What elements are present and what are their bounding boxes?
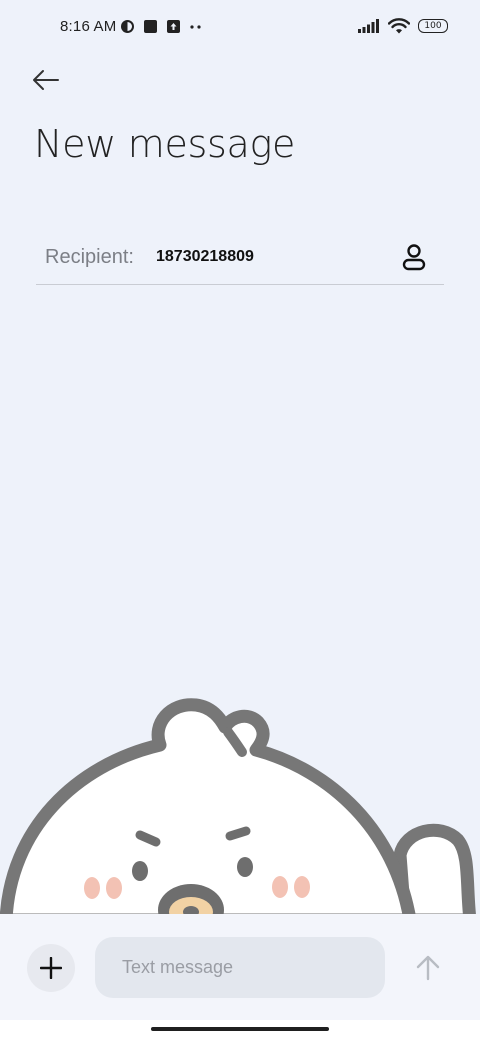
recipient-label: Recipient: (45, 246, 134, 268)
plus-icon (40, 957, 62, 979)
status-icons-left (120, 19, 203, 34)
arrow-up-icon (416, 955, 440, 981)
status-bar: 8:16 AM 100 (0, 0, 480, 56)
status-time: 8:16 AM (60, 18, 117, 35)
vpn-icon (121, 20, 134, 33)
arrow-left-icon (33, 70, 59, 90)
contact-picker-button[interactable] (398, 241, 430, 273)
upload-icon (167, 20, 180, 33)
recipient-value[interactable]: 18730218809 (156, 248, 254, 266)
message-input[interactable] (95, 937, 385, 998)
battery-icon: 100 (418, 19, 448, 33)
signal-icon (358, 19, 379, 33)
home-indicator[interactable] (151, 1027, 329, 1031)
wallpaper-mascot (0, 680, 480, 920)
more-dots-icon (190, 25, 201, 29)
page-title: New message (34, 122, 296, 166)
attach-button[interactable] (27, 944, 75, 992)
recipient-field[interactable]: Recipient: 18730218809 (36, 232, 444, 285)
battery-level: 100 (424, 21, 442, 31)
mascot-illustration (0, 698, 477, 920)
composer-bar (0, 914, 480, 1020)
status-icons-right: 100 (358, 18, 448, 34)
send-button[interactable] (408, 948, 448, 988)
wifi-icon (388, 18, 410, 34)
square-icon (144, 20, 157, 33)
back-button[interactable] (28, 62, 64, 98)
person-icon (402, 244, 426, 271)
